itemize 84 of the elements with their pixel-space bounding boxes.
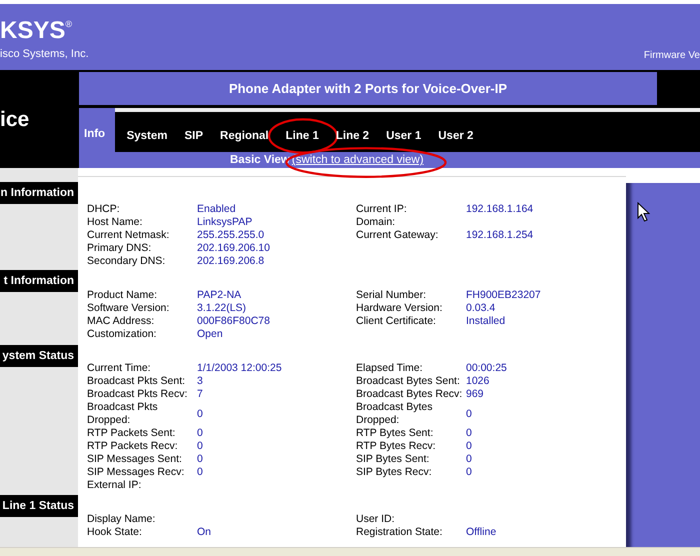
field-value: 969 xyxy=(466,388,485,401)
field-value: 192.168.1.254 xyxy=(466,229,534,242)
field-value: LinksysPAP xyxy=(197,216,254,229)
nav-tab[interactable]: Line 1 xyxy=(277,112,328,152)
field-value: Offline xyxy=(466,526,498,539)
field-label: RTP Packets Sent: xyxy=(87,427,176,440)
field-value: 0 xyxy=(197,453,204,466)
field-value: 3 xyxy=(197,375,204,388)
field-label: Client Certificate: xyxy=(356,315,437,328)
firmware-version: Firmware Ve xyxy=(644,50,700,61)
field-value: On xyxy=(197,526,212,539)
field-label: Registration State: xyxy=(356,526,444,539)
product-label: ice xyxy=(0,107,30,133)
field-label: Domain: xyxy=(356,216,396,229)
field-label: SIP Messages Recv: xyxy=(87,466,186,479)
field-value: 0.03.4 xyxy=(466,302,496,315)
field-label: Software Version: xyxy=(87,302,170,315)
field-label: Current IP: xyxy=(356,203,408,216)
field-value: 00:00:25 xyxy=(466,362,508,375)
field-value: 0 xyxy=(466,440,473,453)
field-label: Elapsed Time: xyxy=(356,362,424,375)
company-name: isco Systems, Inc. xyxy=(0,48,89,60)
field-value: 0 xyxy=(197,440,204,453)
field-value: 202.169.206.8 xyxy=(197,255,266,268)
field-value: 0 xyxy=(466,453,473,466)
field-label: Host Name: xyxy=(87,216,144,229)
nav-tab[interactable]: User 2 xyxy=(430,112,482,152)
field-value: 0 xyxy=(466,408,473,420)
section-heading: ystem Status xyxy=(0,345,78,367)
field-label: Primary DNS: xyxy=(87,242,152,255)
field-label: Broadcast Bytes Sent: xyxy=(356,375,461,388)
field-label: RTP Packets Recv: xyxy=(87,440,179,453)
field-label: Broadcast Bytes Recv: xyxy=(356,388,464,401)
field-label: Hook State: xyxy=(87,526,143,539)
field-label: SIP Messages Sent: xyxy=(87,453,183,466)
nav-tab[interactable]: SIP xyxy=(176,112,212,152)
field-value: 0 xyxy=(466,427,473,440)
logo: KSYS$^{®}$ xyxy=(0,17,72,45)
field-value: Open xyxy=(197,328,224,341)
field-label: Customization: xyxy=(87,328,158,341)
field-label: Broadcast Pkts Sent: xyxy=(87,375,186,388)
field-label: Hardware Version: xyxy=(356,302,444,315)
field-value: FH900EB23207 xyxy=(466,289,542,302)
field-value: 7 xyxy=(197,388,204,401)
field-value: 3.1.22(LS) xyxy=(197,302,248,315)
field-label: Current Gateway: xyxy=(356,229,440,242)
field-label: User ID: xyxy=(356,513,396,526)
field-label: SIP Bytes Recv: xyxy=(356,466,433,479)
nav-tab[interactable]: System xyxy=(118,112,176,152)
nav-tab[interactable]: Regional xyxy=(212,112,278,152)
section-heading: t Information xyxy=(0,270,78,292)
page-title: Phone Adapter with 2 Ports for Voice-Over-IP xyxy=(79,72,657,105)
field-label: External IP: xyxy=(87,479,142,492)
field-label: DHCP: xyxy=(87,203,121,216)
section-heading: n Information xyxy=(0,182,78,204)
field-label: Display Name: xyxy=(87,513,156,526)
nav-tab[interactable]: User 1 xyxy=(378,112,430,152)
section-heading: Line 1 Status xyxy=(0,495,78,517)
field-value: 0 xyxy=(197,408,204,420)
field-value: 0 xyxy=(197,466,204,479)
field-label: Current Netmask: xyxy=(87,229,170,242)
cursor-icon xyxy=(637,202,650,222)
field-label: Secondary DNS: xyxy=(87,255,166,268)
field-value: 255.255.255.0 xyxy=(197,229,266,242)
field-label: Product Name: xyxy=(87,289,158,302)
field-value: Installed xyxy=(466,315,506,328)
field-label: RTP Bytes Recv: xyxy=(356,440,437,453)
field-value: 000F86F80C78 xyxy=(197,315,271,328)
field-value: 202.169.206.10 xyxy=(197,242,271,255)
field-value: 0 xyxy=(466,466,473,479)
field-value: 192.168.1.164 xyxy=(466,203,534,216)
field-value: 0 xyxy=(197,427,204,440)
field-value: PAP2-NA xyxy=(197,289,242,302)
field-label: Broadcast Pkts Dropped: xyxy=(87,401,159,427)
field-label: RTP Bytes Sent: xyxy=(356,427,434,440)
field-label: Serial Number: xyxy=(356,289,428,302)
field-value: 1026 xyxy=(466,375,490,388)
field-value: 1/1/2003 12:00:25 xyxy=(197,362,283,375)
field-label: Broadcast Bytes Dropped: xyxy=(356,401,434,427)
field-value: Enabled xyxy=(197,203,237,216)
field-label: Current Time: xyxy=(87,362,152,375)
field-label: Broadcast Pkts Recv: xyxy=(87,388,188,401)
field-label: SIP Bytes Sent: xyxy=(356,453,430,466)
field-label: MAC Address: xyxy=(87,315,156,328)
